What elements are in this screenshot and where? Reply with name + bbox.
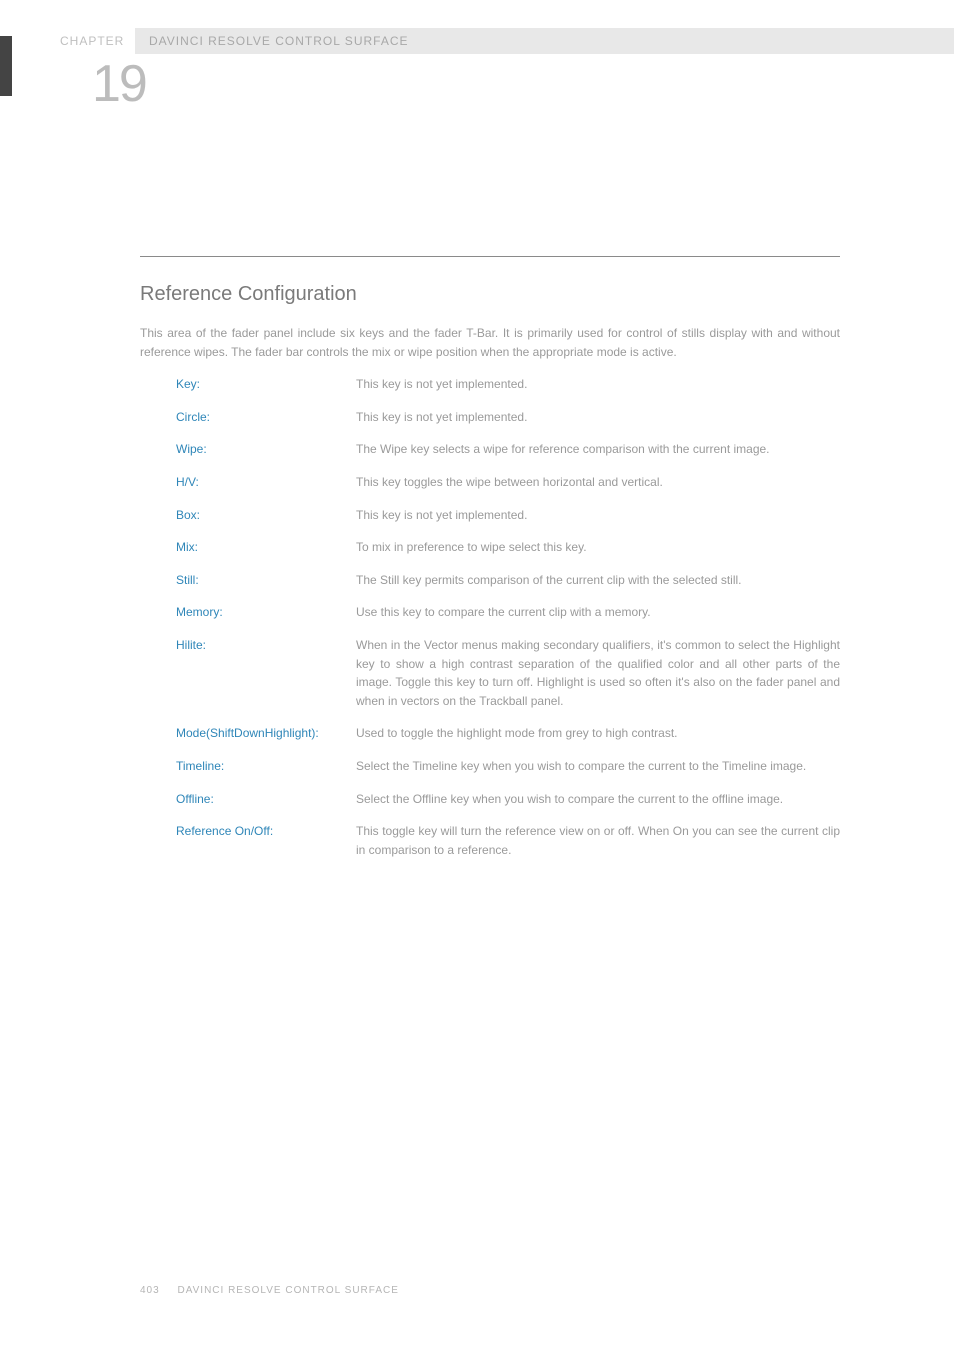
definition-row: Reference On/Off: This toggle key will t… (176, 822, 840, 859)
description: Used to toggle the highlight mode from g… (356, 724, 840, 743)
description: Select the Offline key when you wish to … (356, 790, 840, 809)
description: This key is not yet implemented. (356, 506, 840, 525)
description: When in the Vector menus making secondar… (356, 636, 840, 710)
definition-row: Box: This key is not yet implemented. (176, 506, 840, 525)
definition-row: Hilite: When in the Vector menus making … (176, 636, 840, 710)
section-title: DAVINCI RESOLVE CONTROL SURFACE (149, 34, 409, 48)
heading: Reference Configuration (140, 283, 840, 306)
description: This toggle key will turn the reference … (356, 822, 840, 859)
footer-title: DAVINCI RESOLVE CONTROL SURFACE (177, 1285, 398, 1296)
definition-list: Key: This key is not yet implemented. Ci… (176, 375, 840, 859)
term: Offline: (176, 790, 356, 809)
definition-row: Circle: This key is not yet implemented. (176, 408, 840, 427)
definition-row: Wipe: The Wipe key selects a wipe for re… (176, 440, 840, 459)
description: This key is not yet implemented. (356, 375, 840, 394)
definition-row: Mix: To mix in preference to wipe select… (176, 538, 840, 557)
definition-row: Offline: Select the Offline key when you… (176, 790, 840, 809)
definition-row: Key: This key is not yet implemented. (176, 375, 840, 394)
page-number: 403 (140, 1285, 160, 1296)
definition-row: Timeline: Select the Timeline key when y… (176, 757, 840, 776)
divider (140, 256, 840, 257)
term: Key: (176, 375, 356, 394)
term: Box: (176, 506, 356, 525)
term: Wipe: (176, 440, 356, 459)
term: Mix: (176, 538, 356, 557)
intro-paragraph: This area of the fader panel include six… (140, 324, 840, 361)
definition-row: Mode(ShiftDownHighlight): Used to toggle… (176, 724, 840, 743)
term: Timeline: (176, 757, 356, 776)
definition-row: H/V: This key toggles the wipe between h… (176, 473, 840, 492)
description: Use this key to compare the current clip… (356, 603, 840, 622)
content-area: Reference Configuration This area of the… (140, 256, 840, 873)
description: To mix in preference to wipe select this… (356, 538, 840, 557)
description: The Still key permits comparison of the … (356, 571, 840, 590)
term: Mode(ShiftDownHighlight): (176, 724, 356, 743)
description: The Wipe key selects a wipe for referenc… (356, 440, 840, 459)
definition-row: Memory: Use this key to compare the curr… (176, 603, 840, 622)
term: Reference On/Off: (176, 822, 356, 841)
side-tab (0, 36, 12, 96)
footer: 403 DAVINCI RESOLVE CONTROL SURFACE (140, 1285, 399, 1296)
term: H/V: (176, 473, 356, 492)
term: Hilite: (176, 636, 356, 655)
description: This key is not yet implemented. (356, 408, 840, 427)
term: Circle: (176, 408, 356, 427)
definition-row: Still: The Still key permits comparison … (176, 571, 840, 590)
chapter-label: CHAPTER (60, 34, 124, 48)
term: Still: (176, 571, 356, 590)
section-title-bar: DAVINCI RESOLVE CONTROL SURFACE (135, 28, 954, 54)
term: Memory: (176, 603, 356, 622)
description: This key toggles the wipe between horizo… (356, 473, 840, 492)
chapter-number: 19 (92, 54, 146, 114)
description: Select the Timeline key when you wish to… (356, 757, 840, 776)
